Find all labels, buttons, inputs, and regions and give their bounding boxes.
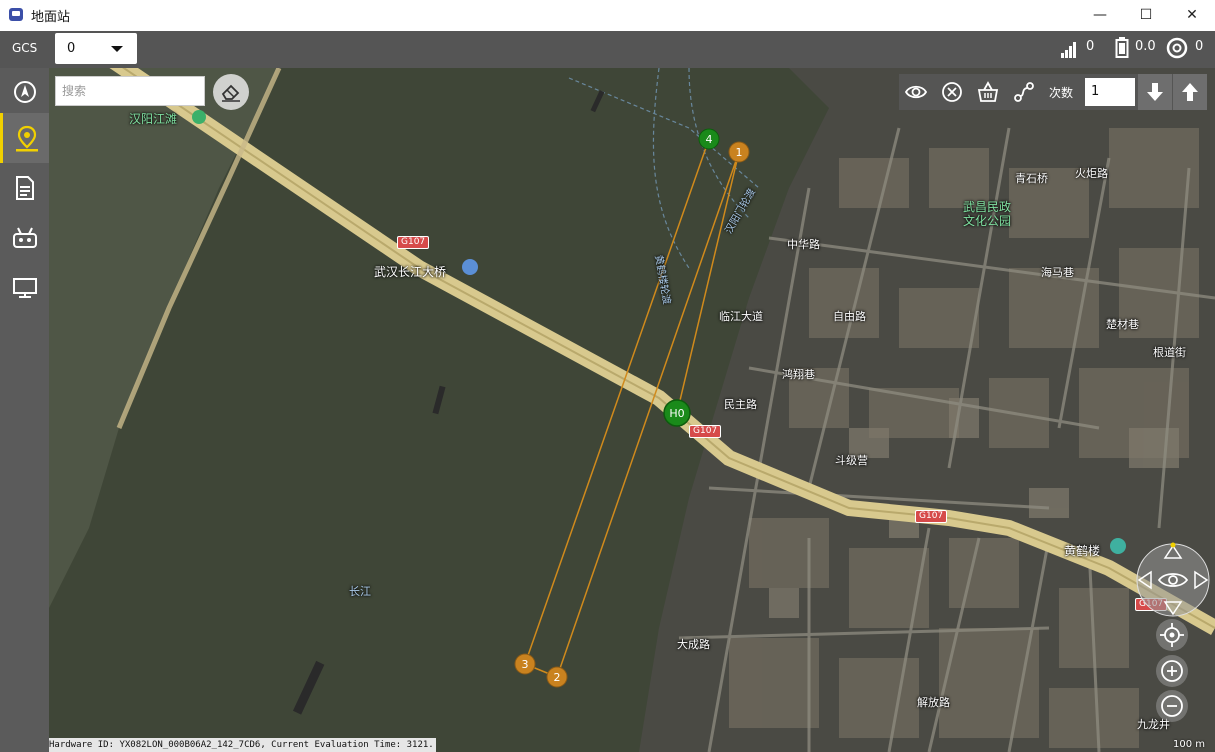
- sidebar-item-compass[interactable]: [0, 68, 49, 118]
- landmark-pin-icon: [1110, 538, 1126, 554]
- road-shield: G107: [915, 510, 948, 523]
- place-label: 火炬路: [1075, 167, 1108, 180]
- monitor-icon: [13, 278, 37, 298]
- gcs-label: GCS: [12, 41, 38, 55]
- place-label: 文化公园: [963, 214, 1012, 228]
- place-label: 根道街: [1153, 346, 1186, 359]
- map-pin-icon: [16, 125, 38, 152]
- move-up-button[interactable]: [1173, 74, 1207, 110]
- top-toolbar: GCS 0 0 0.0 0: [0, 31, 1215, 68]
- robot-icon: [13, 227, 37, 248]
- title-bar: 地面站 — ☐ ✕: [0, 0, 1215, 32]
- sidebar-item-vehicle[interactable]: [0, 214, 49, 264]
- eye-icon: [905, 85, 927, 99]
- route-button[interactable]: [1007, 74, 1041, 110]
- place-label: 青石桥: [1015, 172, 1048, 185]
- move-down-button[interactable]: [1138, 74, 1172, 110]
- clear-button[interactable]: [935, 74, 969, 110]
- waypoint-label: H0: [669, 407, 684, 420]
- place-label: 楚材巷: [1106, 318, 1139, 331]
- map-toolbar: 次数 1: [899, 74, 1207, 110]
- search-input[interactable]: 搜索: [55, 76, 205, 106]
- place-label: 民主路: [724, 398, 757, 411]
- place-label: 汉阳江滩: [129, 112, 178, 126]
- signal-value: 0: [1086, 39, 1095, 54]
- window-title: 地面站: [31, 10, 71, 25]
- landmark-pin-icon: [462, 259, 478, 275]
- zoom-in-button[interactable]: [1155, 654, 1189, 688]
- count-input[interactable]: 1: [1085, 78, 1135, 106]
- place-label: 鸿翔巷: [782, 368, 815, 381]
- gps-icon: [1166, 37, 1188, 59]
- place-label: 斗级营: [835, 454, 868, 467]
- chevron-down-icon: [111, 46, 123, 52]
- vehicle-select[interactable]: 0: [55, 33, 137, 64]
- road-shield: G107: [397, 236, 430, 249]
- vehicle-select-value: 0: [67, 41, 76, 56]
- waypoint-label: 4: [706, 133, 713, 146]
- close-button[interactable]: ✕: [1169, 0, 1215, 31]
- sidebar-item-monitor[interactable]: [0, 264, 49, 314]
- count-label: 次数: [1049, 86, 1074, 100]
- arrow-up-icon: [1182, 83, 1198, 101]
- minimize-button[interactable]: —: [1077, 0, 1123, 31]
- basket-icon: [977, 81, 999, 102]
- place-label: 自由路: [833, 310, 866, 323]
- place-label: 解放路: [917, 696, 950, 709]
- scale-label: 100 m: [1172, 739, 1205, 750]
- erase-button[interactable]: [213, 74, 249, 110]
- zoom-out-button[interactable]: [1155, 689, 1189, 723]
- place-label: 武汉长江大桥: [374, 265, 447, 279]
- place-label: 临江大道: [719, 310, 763, 323]
- pan-control[interactable]: [1135, 542, 1211, 618]
- park-pin-icon: [192, 110, 206, 124]
- app-icon: [9, 8, 23, 21]
- locate-button[interactable]: [1155, 618, 1189, 652]
- battery-icon: [1115, 37, 1129, 58]
- waypoint-label: 3: [522, 658, 529, 671]
- hardware-info-bar: Hardware ID: YX082LON_000B06A2_142_7CD6,…: [49, 738, 436, 752]
- document-icon: [16, 176, 34, 200]
- road-shield: G107: [689, 425, 722, 438]
- route-icon: [1014, 82, 1034, 102]
- battery-value: 0.0: [1135, 39, 1156, 54]
- map-view[interactable]: H0 1 2 3 4 汉阳江滩 武汉长江大桥 长江 武昌民政 文化公园 黄鹤楼 …: [49, 68, 1215, 752]
- signal-icon: [1061, 42, 1076, 58]
- waypoint-label: 1: [736, 146, 743, 159]
- compass-icon: [14, 81, 36, 103]
- place-label: 中华路: [787, 238, 820, 251]
- gps-value: 0: [1195, 39, 1204, 54]
- eraser-icon: [221, 84, 240, 102]
- waypoint-label: 2: [554, 671, 561, 684]
- arrow-down-icon: [1147, 83, 1163, 101]
- view-button[interactable]: [899, 74, 933, 110]
- cancel-circle-icon: [942, 82, 962, 102]
- sidebar-item-plan[interactable]: [0, 113, 49, 163]
- sidebar-item-document[interactable]: [0, 164, 49, 214]
- place-label: 长江: [349, 585, 371, 598]
- place-label: 海马巷: [1041, 266, 1074, 279]
- sidebar: [0, 68, 49, 752]
- maximize-button[interactable]: ☐: [1123, 0, 1169, 31]
- basket-button[interactable]: [971, 74, 1005, 110]
- place-label: 黄鹤楼: [1064, 544, 1101, 558]
- place-label: 大成路: [677, 638, 710, 651]
